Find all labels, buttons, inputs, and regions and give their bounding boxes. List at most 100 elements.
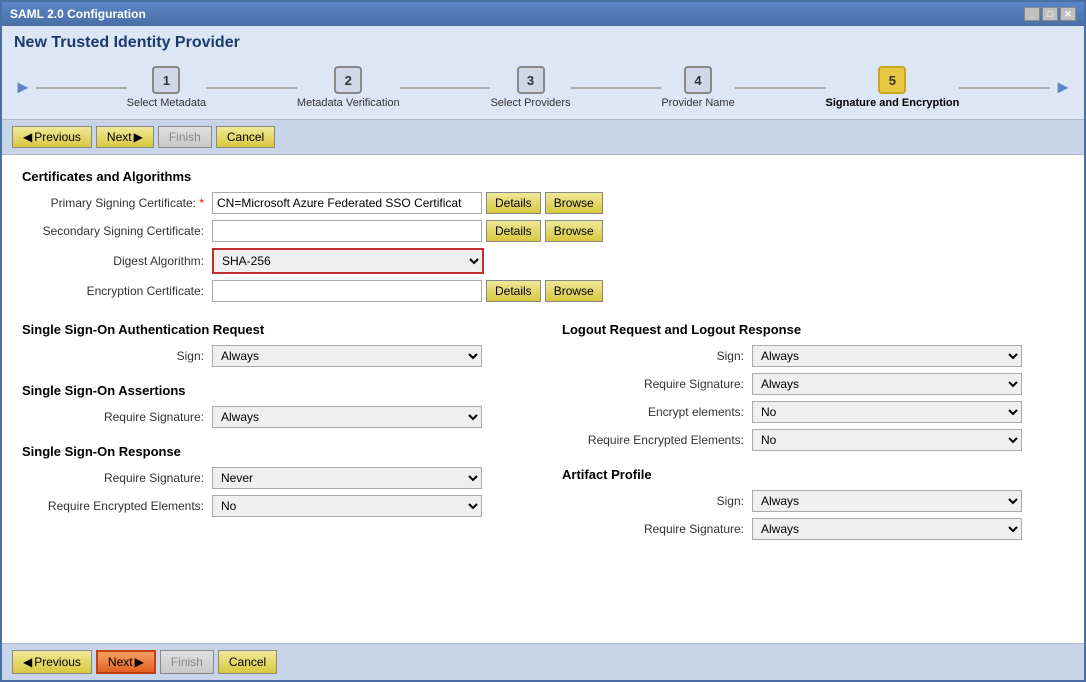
- window-controls: _ □ ✕: [1024, 7, 1076, 21]
- step-2-label: Metadata Verification: [297, 97, 400, 109]
- sso-response-req-sig-label: Require Signature:: [22, 471, 212, 485]
- sso-assertions-req-sig-label: Require Signature:: [22, 410, 212, 424]
- logout-req-sig-select[interactable]: Always Never Optional: [752, 373, 1022, 395]
- logout-enc-label: Encrypt elements:: [562, 405, 752, 419]
- page-title: New Trusted Identity Provider: [14, 34, 1072, 52]
- artifact-title: Artifact Profile: [562, 467, 1064, 482]
- sso-response-req-enc-select[interactable]: No Yes: [212, 495, 482, 517]
- sso-assertions-req-sig-select[interactable]: Always Never Optional: [212, 406, 482, 428]
- logout-req-enc-select[interactable]: No Yes: [752, 429, 1022, 451]
- previous-button-top[interactable]: ◀ Previous: [12, 126, 92, 148]
- certs-section: Certificates and Algorithms Primary Sign…: [22, 169, 1064, 308]
- sso-assertions-req-sig-row: Require Signature: Always Never Optional: [22, 406, 532, 428]
- left-col: Single Sign-On Authentication Request Si…: [22, 322, 532, 546]
- step-start-arrow: ►: [14, 77, 32, 98]
- sso-response-req-sig-select[interactable]: Never Always Optional: [212, 467, 482, 489]
- sso-response-section: Single Sign-On Response Require Signatur…: [22, 444, 532, 517]
- secondary-signing-label: Secondary Signing Certificate:: [22, 224, 212, 238]
- prev-arrow-icon: ◀: [23, 130, 32, 144]
- logout-section: Logout Request and Logout Response Sign:…: [562, 322, 1064, 451]
- logout-sign-label: Sign:: [562, 349, 752, 363]
- step-1-label: Select Metadata: [127, 97, 207, 109]
- logout-sign-row: Sign: Always Never Optional: [562, 345, 1064, 367]
- cancel-button-bottom[interactable]: Cancel: [218, 650, 277, 674]
- sso-assertions-title: Single Sign-On Assertions: [22, 383, 532, 398]
- finish-button-top[interactable]: Finish: [158, 126, 212, 148]
- artifact-sign-select[interactable]: Always Never Optional: [752, 490, 1022, 512]
- step-4-circle: 4: [684, 66, 712, 94]
- next-button-top[interactable]: Next ▶: [96, 126, 154, 148]
- sso-auth-sign-select[interactable]: Always Never Optional: [212, 345, 482, 367]
- step-end-arrow: ►: [1054, 77, 1072, 98]
- step-connector-2: [400, 87, 491, 89]
- encryption-cert-label: Encryption Certificate:: [22, 284, 212, 298]
- digest-label: Digest Algorithm:: [22, 254, 212, 268]
- encryption-cert-row: Encryption Certificate: Details Browse: [22, 280, 1064, 302]
- sso-auth-sign-label: Sign:: [22, 349, 212, 363]
- step-3-label: Select Providers: [490, 97, 570, 109]
- step-5-circle: 5: [878, 66, 906, 94]
- primary-browse-button[interactable]: Browse: [545, 192, 603, 214]
- logout-sign-select[interactable]: Always Never Optional: [752, 345, 1022, 367]
- encryption-cert-input[interactable]: [212, 280, 482, 302]
- primary-details-button[interactable]: Details: [486, 192, 541, 214]
- artifact-section: Artifact Profile Sign: Always Never Opti…: [562, 467, 1064, 540]
- enc-details-button[interactable]: Details: [486, 280, 541, 302]
- logout-req-enc-label: Require Encrypted Elements:: [562, 433, 752, 447]
- step-connector-3: [571, 87, 662, 89]
- step-4[interactable]: 4 Provider Name: [661, 66, 734, 109]
- enc-browse-button[interactable]: Browse: [545, 280, 603, 302]
- cancel-button-top[interactable]: Cancel: [216, 126, 275, 148]
- title-bar: SAML 2.0 Configuration _ □ ✕: [2, 2, 1084, 26]
- secondary-signing-input[interactable]: [212, 220, 482, 242]
- right-col: Logout Request and Logout Response Sign:…: [562, 322, 1064, 546]
- main-content: Certificates and Algorithms Primary Sign…: [2, 155, 1084, 643]
- finish-button-bottom[interactable]: Finish: [160, 650, 214, 674]
- artifact-sign-label: Sign:: [562, 494, 752, 508]
- step-connector-1: [206, 87, 297, 89]
- logout-req-sig-row: Require Signature: Always Never Optional: [562, 373, 1064, 395]
- step-5[interactable]: 5 Signature and Encryption: [826, 66, 960, 109]
- digest-row: Digest Algorithm: SHA-256 SHA-1 SHA-512: [22, 248, 1064, 274]
- logout-enc-select[interactable]: No Yes: [752, 401, 1022, 423]
- main-window: SAML 2.0 Configuration _ □ ✕ New Trusted…: [0, 0, 1086, 682]
- sso-response-title: Single Sign-On Response: [22, 444, 532, 459]
- window-title: SAML 2.0 Configuration: [10, 7, 146, 21]
- primary-signing-input[interactable]: [212, 192, 482, 214]
- bottom-nav-bar: ◀ Previous Next ▶ Finish Cancel: [2, 643, 1084, 680]
- step-2-circle: 2: [334, 66, 362, 94]
- step-1[interactable]: 1 Select Metadata: [127, 66, 207, 109]
- sso-response-req-enc-row: Require Encrypted Elements: No Yes: [22, 495, 532, 517]
- logout-req-sig-label: Require Signature:: [562, 377, 752, 391]
- sso-response-req-sig-row: Require Signature: Never Always Optional: [22, 467, 532, 489]
- sso-auth-section: Single Sign-On Authentication Request Si…: [22, 322, 532, 367]
- minimize-button[interactable]: _: [1024, 7, 1040, 21]
- prev-arrow-bottom-icon: ◀: [23, 655, 32, 669]
- next-arrow-bottom-icon: ▶: [135, 655, 144, 669]
- close-button[interactable]: ✕: [1060, 7, 1076, 21]
- logout-enc-row: Encrypt elements: No Yes: [562, 401, 1064, 423]
- previous-button-bottom[interactable]: ◀ Previous: [12, 650, 92, 674]
- logout-title: Logout Request and Logout Response: [562, 322, 1064, 337]
- top-nav-bar: ◀ Previous Next ▶ Finish Cancel: [2, 119, 1084, 155]
- step-1-circle: 1: [152, 66, 180, 94]
- next-button-bottom[interactable]: Next ▶: [96, 650, 156, 674]
- maximize-button[interactable]: □: [1042, 7, 1058, 21]
- secondary-details-button[interactable]: Details: [486, 220, 541, 242]
- artifact-sign-row: Sign: Always Never Optional: [562, 490, 1064, 512]
- digest-select-wrap: SHA-256 SHA-1 SHA-512: [212, 248, 484, 274]
- primary-signing-row: Primary Signing Certificate: * Details B…: [22, 192, 1064, 214]
- step-2[interactable]: 2 Metadata Verification: [297, 66, 400, 109]
- sso-auth-sign-row: Sign: Always Never Optional: [22, 345, 532, 367]
- digest-select[interactable]: SHA-256 SHA-1 SHA-512: [214, 250, 482, 272]
- wizard-steps: ► 1 Select Metadata 2 Metadata Verificat…: [14, 60, 1072, 115]
- step-4-label: Provider Name: [661, 97, 734, 109]
- content-area: New Trusted Identity Provider ► 1 Select…: [2, 26, 1084, 680]
- step-3[interactable]: 3 Select Providers: [490, 66, 570, 109]
- step-3-circle: 3: [517, 66, 545, 94]
- primary-signing-label: Primary Signing Certificate: *: [22, 196, 212, 210]
- secondary-browse-button[interactable]: Browse: [545, 220, 603, 242]
- artifact-req-sig-select[interactable]: Always Never Optional: [752, 518, 1022, 540]
- certs-section-title: Certificates and Algorithms: [22, 169, 1064, 184]
- artifact-req-sig-label: Require Signature:: [562, 522, 752, 536]
